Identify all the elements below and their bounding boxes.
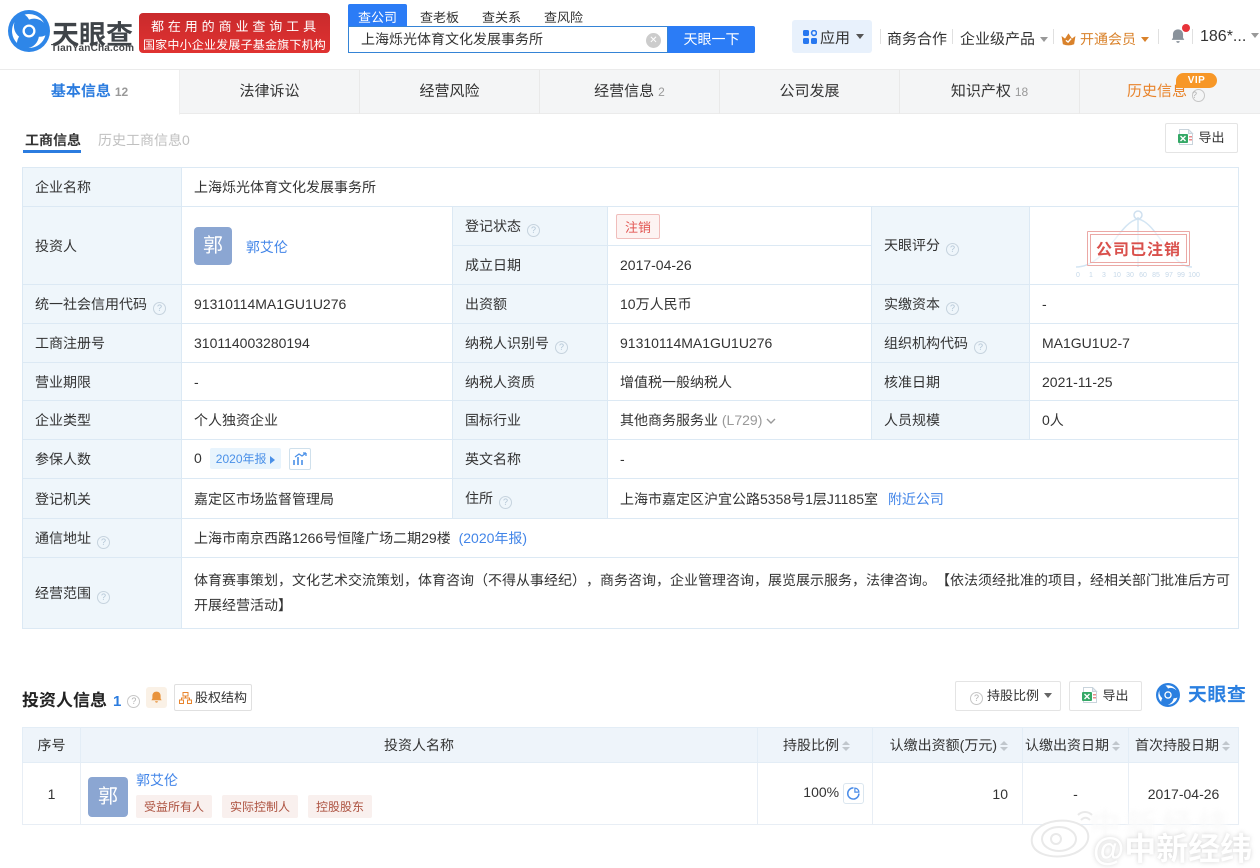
svg-text:99: 99 (1177, 272, 1185, 279)
svg-text:60: 60 (1139, 272, 1147, 279)
svg-text:3: 3 (1102, 272, 1106, 279)
svg-text:0: 0 (1076, 272, 1080, 279)
svg-text:100: 100 (1188, 272, 1200, 279)
svg-text:85: 85 (1152, 272, 1160, 279)
svg-text:10: 10 (1113, 272, 1121, 279)
svg-text:1: 1 (1089, 272, 1093, 279)
svg-text:30: 30 (1126, 272, 1134, 279)
svg-text:97: 97 (1165, 272, 1173, 279)
